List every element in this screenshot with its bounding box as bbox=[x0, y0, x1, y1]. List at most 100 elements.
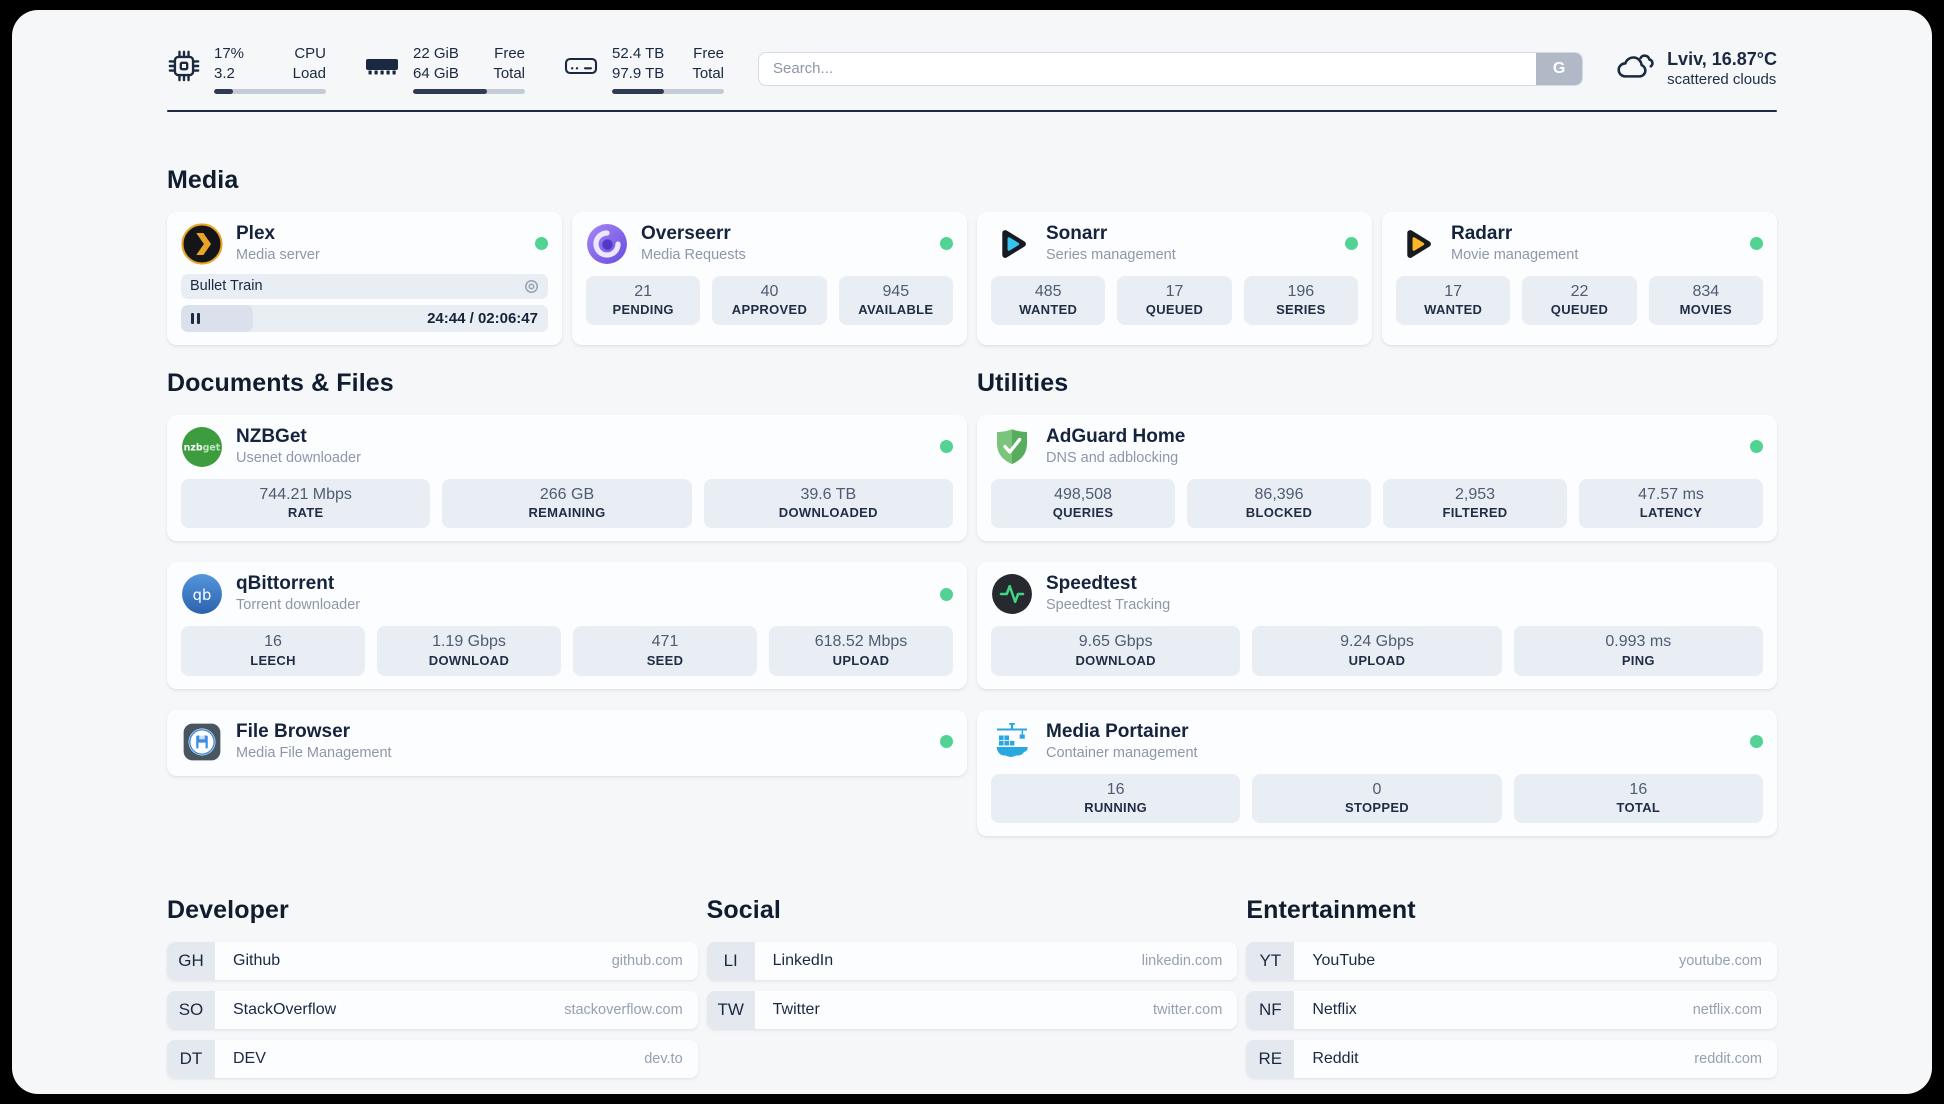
stat-series: 196 SERIES bbox=[1243, 275, 1358, 326]
app-subtitle: Movie management bbox=[1451, 246, 1579, 263]
cpu-label-2: Load bbox=[292, 64, 326, 82]
app-card-portainer[interactable]: Media Portainer Container management 16 … bbox=[977, 709, 1777, 837]
bookmark-abbr: GH bbox=[167, 942, 215, 981]
bookmark-stackoverflow[interactable]: SO StackOverflow stackoverflow.com bbox=[167, 991, 698, 1030]
app-card-nzbget[interactable]: nzbget NZBGet Usenet downloader 744.21 M… bbox=[167, 414, 967, 542]
filebrowser-icon bbox=[181, 721, 223, 763]
bookmark-reddit[interactable]: RE Reddit reddit.com bbox=[1246, 1040, 1777, 1079]
search-bar: G bbox=[758, 51, 1584, 86]
stat-stopped: 0 STOPPED bbox=[1252, 773, 1502, 824]
bookmark-github[interactable]: GH Github github.com bbox=[167, 942, 698, 981]
bookmarks-social: Social LI LinkedIn linkedin.com TW Twitt… bbox=[706, 896, 1238, 1078]
status-dot bbox=[940, 237, 953, 251]
search-provider-button[interactable]: G bbox=[1536, 52, 1583, 85]
now-playing-row[interactable]: Bullet Train bbox=[181, 273, 548, 299]
stat-queries: 498,508 QUERIES bbox=[991, 478, 1175, 529]
stat-running: 16 RUNNING bbox=[991, 773, 1241, 824]
cpu-progress-bar bbox=[214, 88, 326, 94]
bookmark-abbr: DT bbox=[167, 1040, 215, 1079]
plex-now-playing: Bullet Train 24:44 / 02:06:47 bbox=[181, 273, 548, 332]
status-dot bbox=[1345, 237, 1358, 251]
bookmark-abbr: TW bbox=[706, 991, 755, 1030]
stat-leech: 16 LEECH bbox=[181, 626, 365, 676]
app-card-qbittorrent[interactable]: qb qBittorrent Torrent downloader 16 LEE… bbox=[167, 562, 967, 689]
status-dot bbox=[1750, 735, 1763, 749]
bookmark-url: github.com bbox=[611, 953, 683, 970]
status-dot bbox=[940, 587, 953, 601]
memory-labels: Free Total bbox=[493, 44, 525, 84]
app-subtitle: Media File Management bbox=[236, 744, 392, 761]
bookmark-url: twitter.com bbox=[1153, 1002, 1223, 1019]
stat-filtered: 2,953 FILTERED bbox=[1383, 478, 1567, 529]
section-title-entertainment: Entertainment bbox=[1246, 896, 1416, 925]
bookmark-name: Reddit bbox=[1312, 1050, 1359, 1068]
app-card-overseerr[interactable]: Overseerr Media Requests 21 PENDING 40 A… bbox=[572, 211, 967, 345]
memory-widget: 22 GiB 64 GiB Free Total bbox=[364, 44, 525, 94]
top-bar: 17% 3.2 CPU Load 22 GiB 64 GiB Free Tota… bbox=[167, 44, 1777, 94]
app-card-plex[interactable]: Plex Media server Bullet Train 24:44 / 0… bbox=[167, 211, 562, 345]
playback-progress-bar[interactable]: 24:44 / 02:06:47 bbox=[181, 304, 548, 332]
disk-widget: 52.4 TB 97.9 TB Free Total bbox=[563, 44, 724, 94]
stat-blocked: 86,396 BLOCKED bbox=[1187, 478, 1371, 529]
bookmark-url: linkedin.com bbox=[1141, 953, 1223, 970]
disk-values: 52.4 TB 97.9 TB bbox=[612, 44, 664, 84]
bookmark-twitter[interactable]: TW Twitter twitter.com bbox=[706, 991, 1238, 1030]
stat-upload: 9.24 Gbps UPLOAD bbox=[1252, 626, 1502, 676]
bookmark-url: netflix.com bbox=[1692, 1002, 1762, 1019]
weather-widget[interactable]: Lviv, 16.87°C scattered clouds bbox=[1613, 48, 1777, 89]
app-name: Overseerr bbox=[641, 222, 731, 244]
disk-labels: Free Total bbox=[692, 44, 724, 84]
status-dot bbox=[535, 237, 548, 251]
weather-location-temp: Lviv, 16.87°C bbox=[1667, 49, 1777, 70]
memory-ram-icon bbox=[364, 53, 400, 84]
dashboard-page: 17% 3.2 CPU Load 22 GiB 64 GiB Free Tota… bbox=[12, 10, 1932, 1094]
session-target-icon bbox=[524, 279, 539, 294]
status-dot bbox=[1750, 237, 1763, 251]
bookmark-dev[interactable]: DT DEV dev.to bbox=[167, 1040, 698, 1079]
plex-icon bbox=[181, 223, 223, 265]
bookmarks-developer: Developer GH Github github.com SO StackO… bbox=[167, 896, 698, 1079]
stat-available: 945 AVAILABLE bbox=[838, 275, 953, 326]
cpu-labels: CPU Load bbox=[293, 44, 326, 84]
bookmark-abbr: YT bbox=[1246, 942, 1295, 981]
qbittorrent-icon: qb bbox=[181, 573, 223, 615]
memory-values: 22 GiB 64 GiB bbox=[413, 44, 459, 84]
app-subtitle: Media server bbox=[236, 246, 320, 263]
app-card-filebrowser[interactable]: File Browser Media File Management bbox=[167, 709, 967, 776]
stat-queued: 17 QUEUED bbox=[1117, 275, 1232, 326]
search-input[interactable] bbox=[758, 51, 1584, 86]
app-subtitle: Speedtest Tracking bbox=[1046, 597, 1171, 614]
app-subtitle: Container management bbox=[1046, 744, 1198, 761]
disk-free-value: 52.4 TB bbox=[612, 45, 665, 62]
bookmark-youtube[interactable]: YT YouTube youtube.com bbox=[1246, 942, 1777, 981]
memory-total-value: 64 GiB bbox=[413, 64, 459, 82]
app-name: qBittorrent bbox=[236, 573, 335, 595]
bookmark-linkedin[interactable]: LI LinkedIn linkedin.com bbox=[706, 942, 1238, 981]
app-card-radarr[interactable]: Radarr Movie management 17 WANTED 22 QUE… bbox=[1382, 211, 1777, 345]
app-card-speedtest[interactable]: Speedtest Speedtest Tracking 9.65 Gbps D… bbox=[977, 562, 1777, 689]
bookmark-name: LinkedIn bbox=[772, 952, 834, 970]
section-title-media: Media bbox=[167, 165, 239, 194]
app-subtitle: Media Requests bbox=[641, 246, 746, 263]
stat-seed: 471 SEED bbox=[573, 626, 757, 676]
memory-label-free: Free bbox=[494, 45, 525, 62]
app-card-adguard[interactable]: AdGuard Home DNS and adblocking 498,508 … bbox=[977, 414, 1777, 542]
now-playing-title: Bullet Train bbox=[190, 278, 263, 295]
bookmark-name: Github bbox=[233, 952, 281, 970]
media-cards-row: Plex Media server Bullet Train 24:44 / 0… bbox=[167, 211, 1777, 345]
status-dot bbox=[1750, 440, 1763, 454]
bookmark-url: youtube.com bbox=[1678, 953, 1762, 970]
stat-latency: 47.57 ms LATENCY bbox=[1579, 478, 1763, 529]
sonarr-icon bbox=[991, 223, 1033, 265]
bookmark-netflix[interactable]: NF Netflix netflix.com bbox=[1246, 991, 1777, 1030]
bookmark-abbr: SO bbox=[167, 991, 215, 1030]
app-card-sonarr[interactable]: Sonarr Series management 485 WANTED 17 Q… bbox=[977, 211, 1372, 345]
cpu-label-1: CPU bbox=[294, 45, 326, 62]
topbar-divider bbox=[167, 109, 1777, 112]
app-name: Sonarr bbox=[1046, 222, 1108, 244]
bookmark-abbr: RE bbox=[1246, 1040, 1295, 1079]
memory-progress-bar bbox=[413, 88, 525, 94]
utilities-column: Utilities AdGuard Home DNS and adblockin… bbox=[977, 369, 1777, 837]
app-subtitle: Usenet downloader bbox=[236, 449, 361, 466]
app-subtitle: Torrent downloader bbox=[236, 597, 361, 614]
